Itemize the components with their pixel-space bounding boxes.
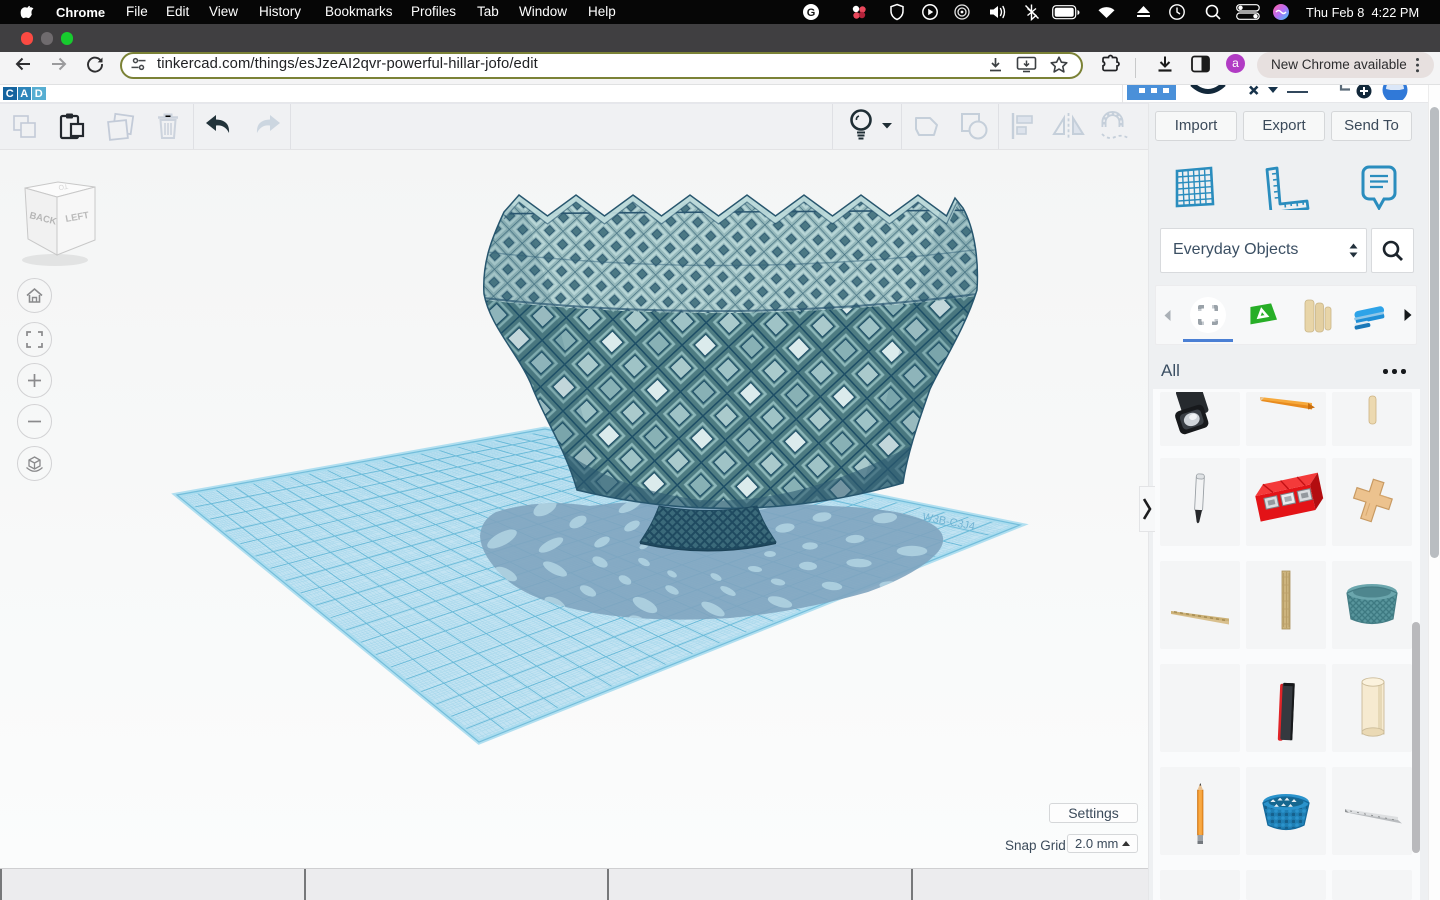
svg-text:TO: TO [57, 182, 68, 190]
svg-text:G: G [807, 7, 816, 19]
